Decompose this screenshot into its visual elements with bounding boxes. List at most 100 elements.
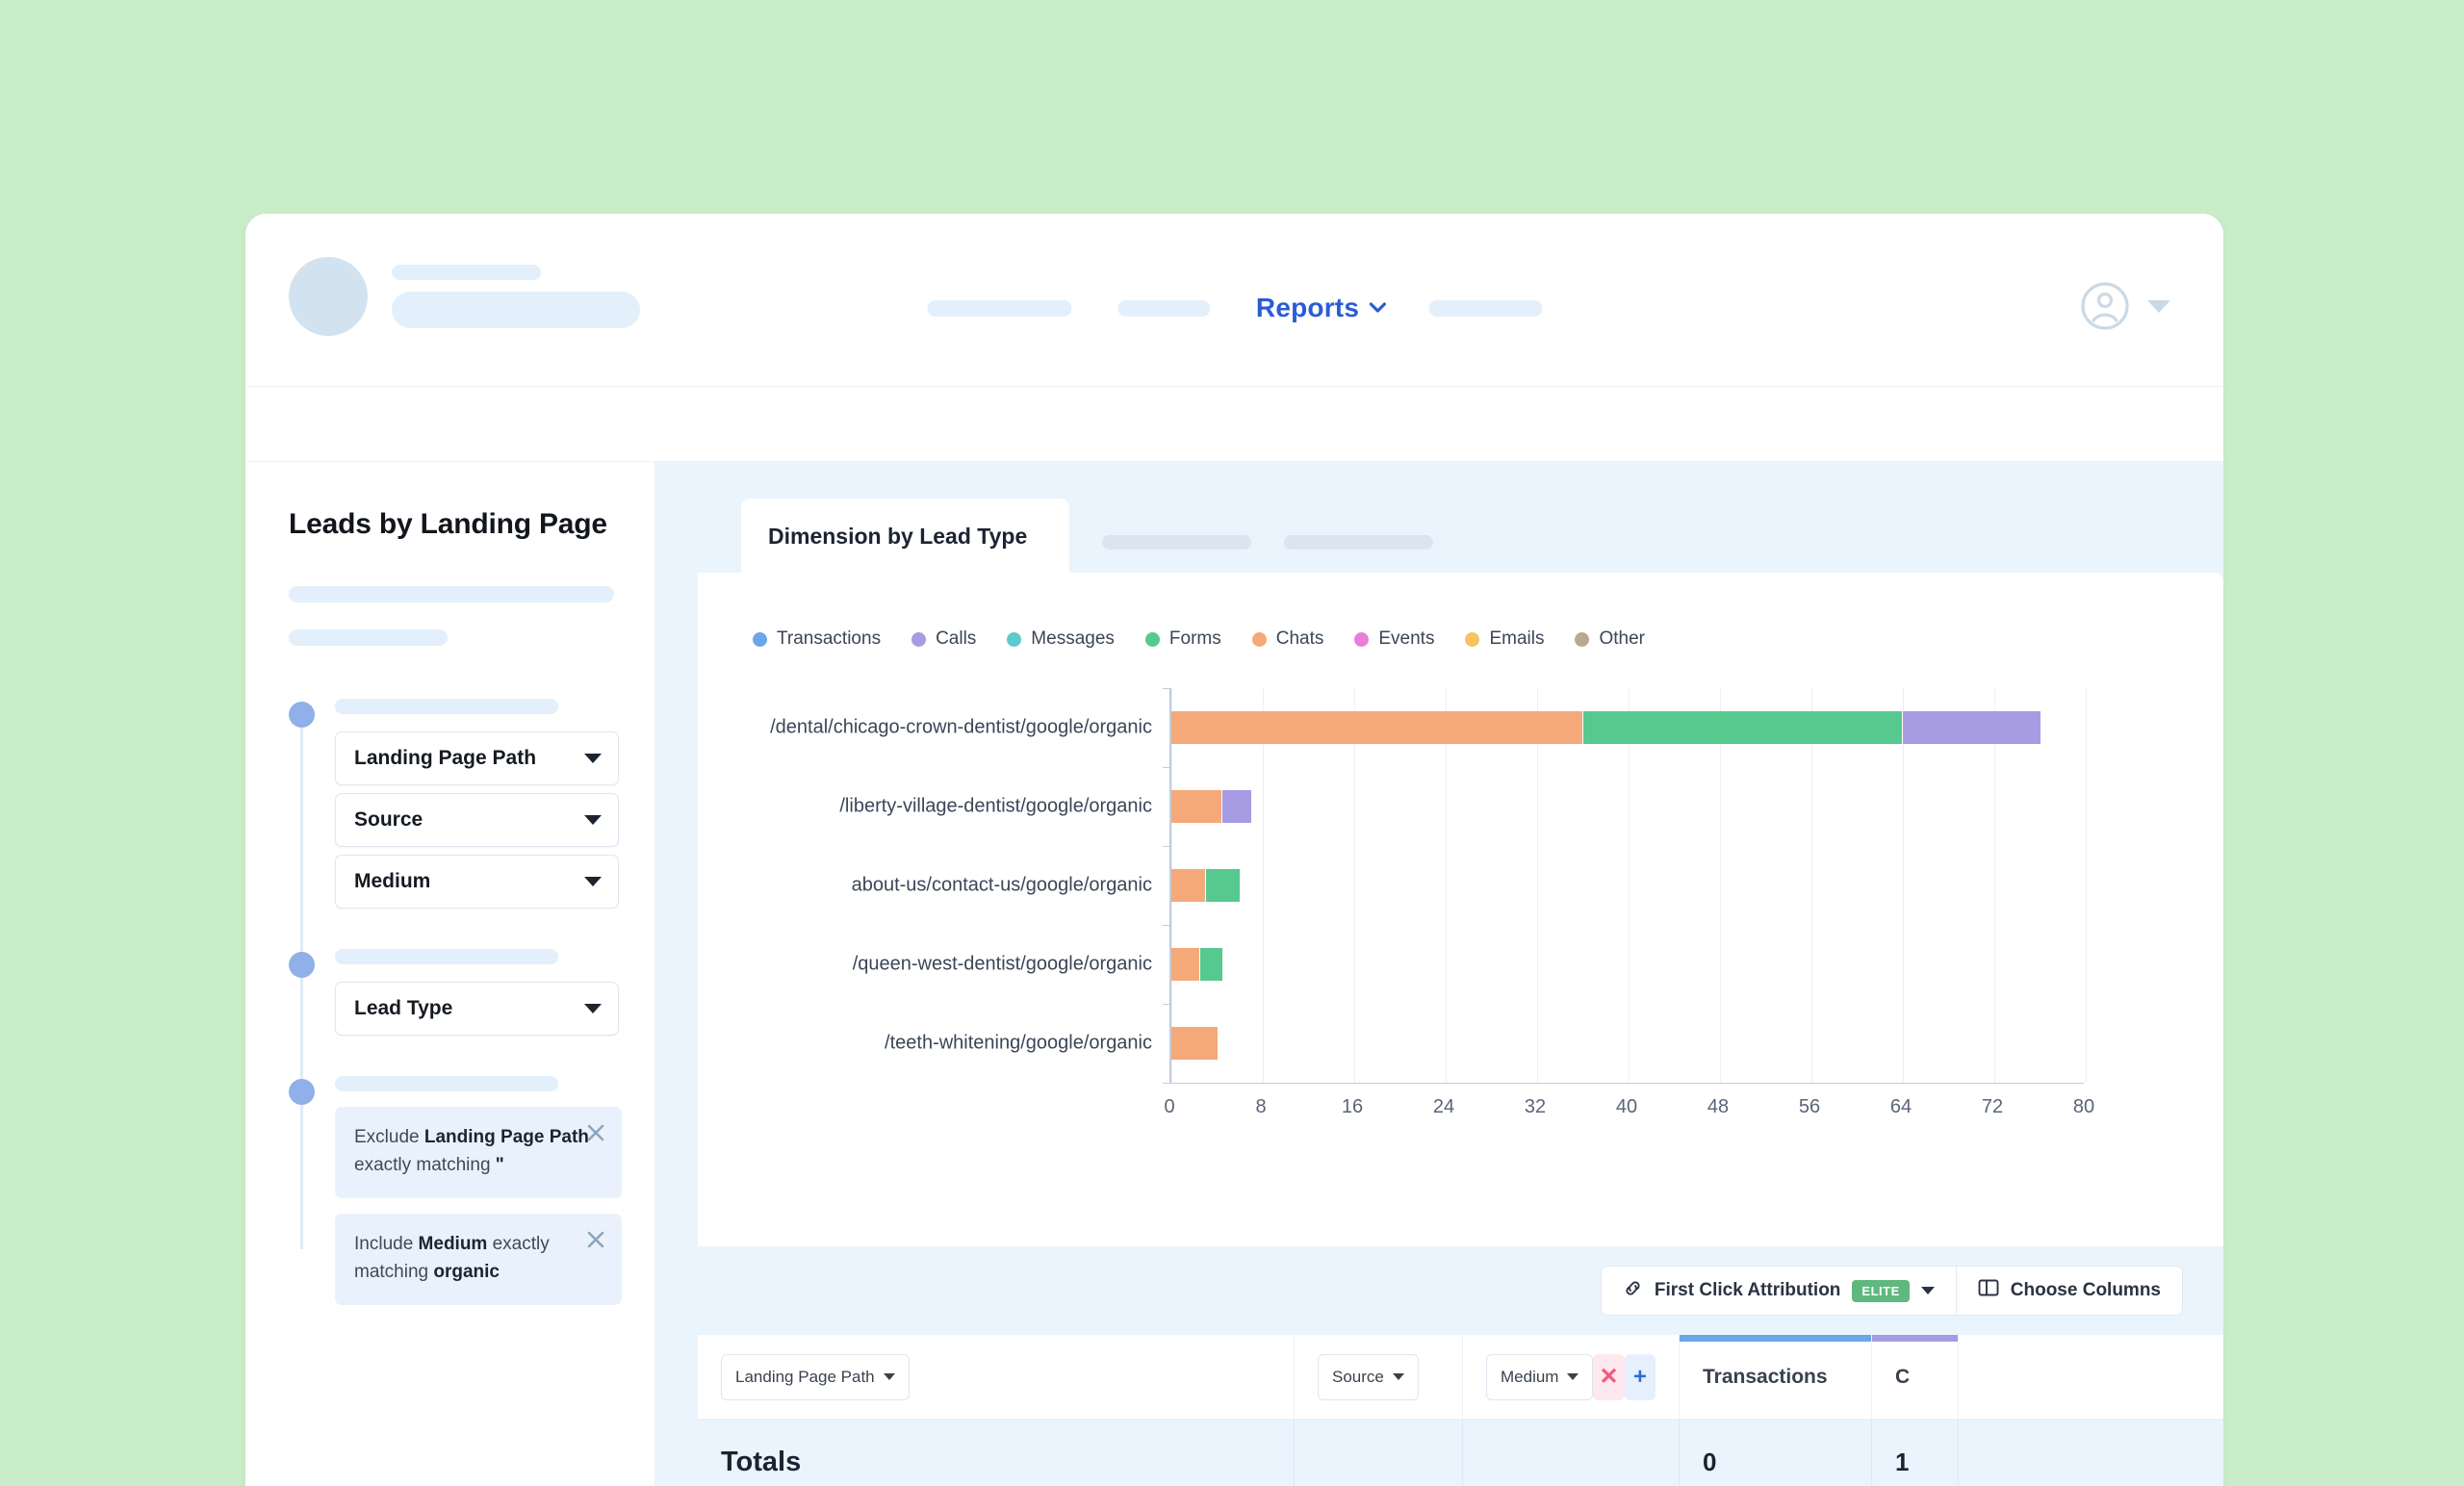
nav-link-placeholder-1[interactable] <box>926 299 1071 317</box>
chart-category-label: about-us/contact-us/google/organic <box>851 874 1152 896</box>
close-icon[interactable] <box>585 1122 606 1143</box>
chart-plot-area <box>1163 688 2087 1084</box>
chart-bar-segment-chats[interactable] <box>1171 1027 1218 1060</box>
column-dimension-label: Medium <box>1501 1367 1559 1386</box>
totals-value: 1 <box>1895 1447 1910 1476</box>
totals-value: 0 <box>1703 1447 1717 1476</box>
table-cell: Totals <box>698 1420 1295 1486</box>
chart-category-label: /liberty-village-dentist/google/organic <box>839 795 1152 817</box>
chart-gridline <box>1720 688 1721 1083</box>
chart-bar-segment-calls[interactable] <box>1222 790 1252 823</box>
nav-link-placeholder-3[interactable] <box>1428 299 1543 317</box>
chart-bar-segment-forms[interactable] <box>1582 711 1903 744</box>
chart-bar-segment-chats[interactable] <box>1171 790 1223 823</box>
chart-bar[interactable] <box>1171 1027 1218 1060</box>
column-dimension-selector[interactable]: Source <box>1318 1353 1419 1400</box>
chart-panel: Transactions Calls Messages Forms Chats Event… <box>698 573 2223 1246</box>
legend-item-chats[interactable]: Chats <box>1251 628 1323 650</box>
legend-label: Forms <box>1168 628 1221 649</box>
app-window: Reports Leads by Landing Page Landing Pa… <box>245 214 2223 1486</box>
table-column-header: C <box>1872 1334 1959 1420</box>
tab-placeholder-2[interactable] <box>1284 535 1434 550</box>
table-toolbar: First Click Attribution ELITE Choose Col… <box>698 1246 2223 1335</box>
select-medium[interactable]: Medium <box>335 855 619 909</box>
legend-label: Emails <box>1489 628 1545 649</box>
timeline-dot-1 <box>289 702 315 728</box>
close-icon[interactable] <box>585 1229 606 1250</box>
select-source[interactable]: Source <box>335 793 619 847</box>
filter-chip-exclude-landing-page-path[interactable]: Exclude Landing Page Path exactly matchi… <box>335 1107 622 1198</box>
chart-bar-segment-chats[interactable] <box>1171 869 1206 902</box>
filter-field: Medium <box>418 1233 488 1254</box>
secondary-bar <box>245 387 2223 462</box>
filter-chip-include-medium[interactable]: Include Medium exactly matching organic <box>335 1213 622 1305</box>
columns-icon <box>1978 1278 1999 1303</box>
choose-columns-button[interactable]: Choose Columns <box>1956 1266 2183 1316</box>
remove-column-icon[interactable]: ✕ <box>1593 1353 1625 1400</box>
legend-label: Transactions <box>777 628 882 649</box>
chart-bar-segment-chats[interactable] <box>1171 948 1200 981</box>
nav-center-links: Reports <box>926 293 1543 323</box>
chevron-down-icon <box>2147 299 2170 313</box>
main-content: Dimension by Lead Type Transactions Calls… <box>654 462 2223 1486</box>
user-circle-icon <box>2080 281 2130 331</box>
timeline-group-lead-type: Lead Type <box>289 949 619 1036</box>
table-cell <box>1295 1420 1463 1486</box>
select-label: Source <box>354 808 424 831</box>
chart-bar[interactable] <box>1171 869 1241 902</box>
chart-gridline <box>1811 688 1812 1083</box>
chevron-down-icon <box>883 1373 895 1380</box>
column-accent-bar <box>1680 1334 1871 1342</box>
metric-column-label: C <box>1895 1365 1911 1388</box>
chart-bar-segment-forms[interactable] <box>1199 948 1223 981</box>
chevron-down-icon <box>584 1004 602 1013</box>
chevron-down-icon <box>1920 1287 1935 1294</box>
chart-bar[interactable] <box>1171 711 2040 744</box>
column-dimension-selector[interactable]: Landing Page Path <box>721 1353 910 1400</box>
chart-legend: Transactions Calls Messages Forms Chats Event… <box>698 573 2223 650</box>
chart-gridline <box>2086 688 2087 1083</box>
legend-item-calls[interactable]: Calls <box>911 628 976 650</box>
legend-color-swatch <box>1465 631 1480 647</box>
chart-bar[interactable] <box>1171 790 1252 823</box>
timeline-heading-placeholder-2 <box>335 949 558 964</box>
legend-item-transactions[interactable]: Transactions <box>753 628 881 650</box>
legend-item-other[interactable]: Other <box>1575 628 1645 650</box>
chart-x-axis <box>1169 1083 2084 1084</box>
legend-label: Calls <box>936 628 977 649</box>
first-click-attribution-button[interactable]: First Click Attribution ELITE <box>1600 1266 1957 1316</box>
table-cell <box>1463 1420 1680 1486</box>
filter-operator: exactly matching <box>354 1155 496 1176</box>
chart-bar-segment-calls[interactable] <box>1903 711 2040 744</box>
nav-item-reports[interactable]: Reports <box>1255 293 1386 323</box>
select-lead-type[interactable]: Lead Type <box>335 982 619 1036</box>
select-label: Lead Type <box>354 997 453 1019</box>
add-column-icon[interactable]: + <box>1624 1353 1656 1400</box>
table-row-totals: Totals 0 1 <box>698 1420 2223 1486</box>
nav-reports-label: Reports <box>1255 293 1360 322</box>
timeline-group-filters: Exclude Landing Page Path exactly matchi… <box>289 1076 622 1305</box>
legend-item-messages[interactable]: Messages <box>1007 628 1115 650</box>
legend-item-emails[interactable]: Emails <box>1465 628 1544 650</box>
chart-bar[interactable] <box>1171 948 1223 981</box>
table-column-header: Landing Page Path <box>698 1334 1295 1420</box>
chart-bar-segment-chats[interactable] <box>1171 711 1583 744</box>
chart-category-labels: /dental/chicago-crown-dentist/google/org… <box>698 688 1169 1083</box>
user-menu[interactable] <box>2080 281 2170 331</box>
column-dimension-selector[interactable]: Medium <box>1486 1353 1594 1400</box>
chart-bar-segment-forms[interactable] <box>1205 869 1241 902</box>
tab-dimension-by-lead-type[interactable]: Dimension by Lead Type <box>741 499 1070 573</box>
filter-prefix: Include <box>354 1233 419 1254</box>
legend-color-swatch <box>1251 631 1267 647</box>
legend-item-events[interactable]: Events <box>1354 628 1434 650</box>
x-tick-label: 24 <box>1432 1096 1455 1117</box>
filter-prefix: Exclude <box>354 1127 424 1147</box>
tab-placeholder-1[interactable] <box>1102 535 1252 550</box>
column-dimension-label: Source <box>1332 1367 1384 1386</box>
chart-gridline <box>1903 688 1904 1083</box>
legend-item-forms[interactable]: Forms <box>1144 628 1221 650</box>
nav-link-placeholder-2[interactable] <box>1116 299 1210 317</box>
timeline-dot-2 <box>289 952 315 978</box>
brand-line-placeholder-2 <box>392 292 640 328</box>
select-landing-page-path[interactable]: Landing Page Path <box>335 731 619 785</box>
